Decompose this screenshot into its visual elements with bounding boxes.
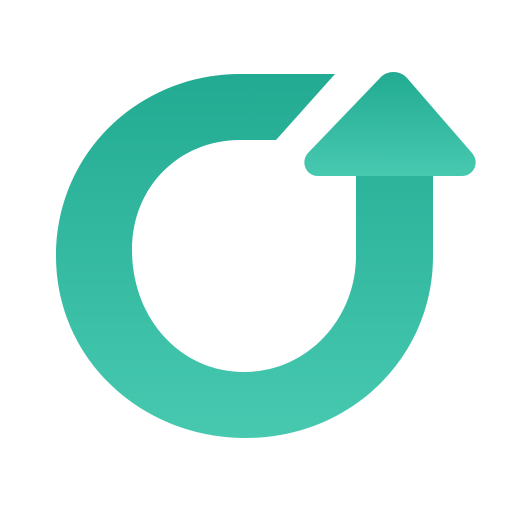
circular-arrow-up-icon: [56, 72, 476, 438]
icon-canvas: [0, 0, 512, 512]
arrow-head: [304, 72, 476, 176]
